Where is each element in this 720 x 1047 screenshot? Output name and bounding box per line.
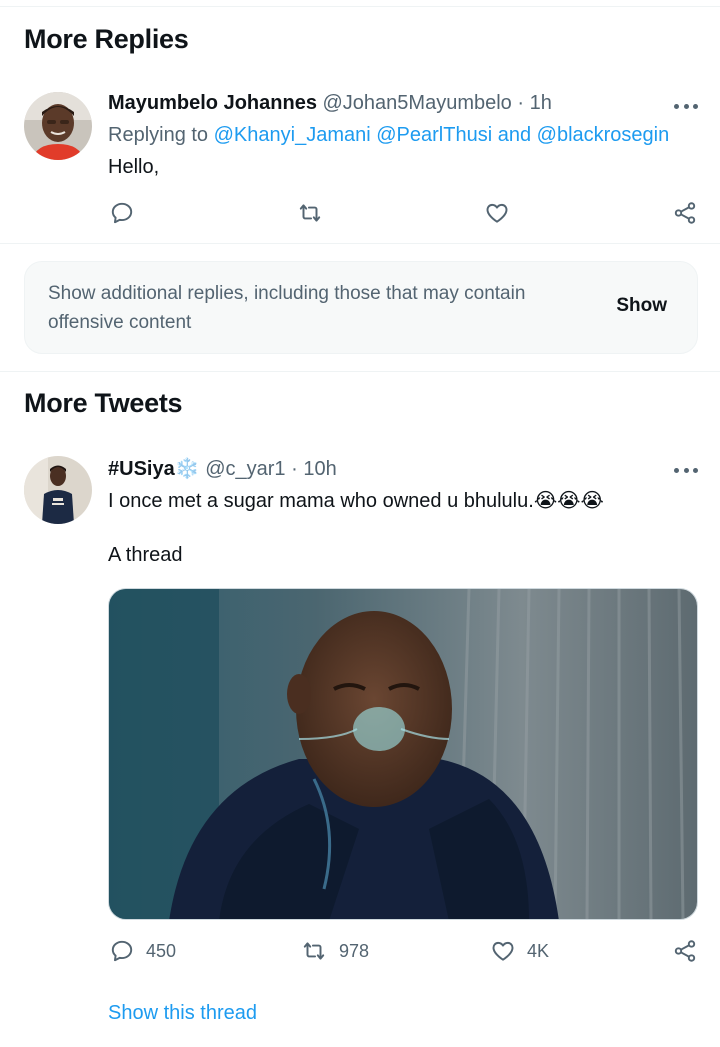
- reply-header: Mayumbelo Johannes @Johan5Mayumbelo · 1h: [108, 92, 552, 115]
- tweet-author-name[interactable]: #USiya: [108, 458, 175, 480]
- notice-text: Show additional replies, including those…: [48, 283, 526, 333]
- snowflake-icon: ❄️: [174, 456, 200, 480]
- share-icon[interactable]: [672, 938, 698, 964]
- show-button[interactable]: Show: [616, 295, 667, 317]
- replying-to-line: Replying to @Khanyi_Jamani @PearlThusi a…: [108, 124, 669, 147]
- avatar[interactable]: [24, 456, 92, 524]
- show-thread-link[interactable]: Show this thread: [108, 1002, 257, 1025]
- divider: [0, 371, 720, 372]
- tweet-media-image[interactable]: [108, 588, 698, 920]
- divider: [0, 243, 720, 244]
- like-count: 4K: [527, 941, 550, 961]
- and-label: and: [497, 124, 532, 146]
- more-tweets-heading: More Tweets: [24, 388, 183, 418]
- tweet-timestamp[interactable]: 10h: [303, 458, 336, 480]
- reply-icon[interactable]: [109, 938, 135, 964]
- mention-link[interactable]: @PearlThusi: [376, 124, 492, 146]
- share-icon[interactable]: [672, 200, 698, 226]
- retweet-icon[interactable]: [297, 200, 323, 226]
- avatar[interactable]: [24, 92, 92, 160]
- top-divider: [0, 6, 720, 7]
- additional-replies-notice: Show additional replies, including those…: [24, 261, 698, 354]
- reply-text: Hello,: [108, 156, 160, 178]
- reply-author-name[interactable]: Mayumbelo Johannes: [108, 92, 317, 114]
- reply-icon[interactable]: [109, 200, 135, 226]
- reply-author-handle[interactable]: @Johan5Mayumbelo: [323, 92, 512, 114]
- reply-timestamp[interactable]: 1h: [530, 92, 552, 114]
- tweet-header: #USiya❄️ @c_yar1 · 10h: [108, 456, 337, 481]
- separator-dot: ·: [291, 458, 298, 480]
- more-replies-heading: More Replies: [24, 24, 189, 54]
- heart-icon[interactable]: [490, 938, 516, 964]
- retweet-icon[interactable]: [301, 938, 327, 964]
- replying-to-label: Replying to: [108, 124, 209, 146]
- tweet-author-handle[interactable]: @c_yar1: [205, 458, 285, 480]
- separator-dot: ·: [517, 92, 525, 114]
- tweet-text-line-2: A thread: [108, 544, 183, 566]
- tweet-text-line-1: I once met a sugar mama who owned u bhul…: [108, 488, 604, 513]
- crying-face-emoji: 😭😭😭: [533, 488, 604, 512]
- mention-link[interactable]: @Khanyi_Jamani: [214, 124, 371, 146]
- tweet-text: I once met a sugar mama who owned u bhul…: [108, 490, 534, 512]
- retweet-count: 978: [339, 941, 370, 961]
- reply-count: 450: [146, 941, 177, 961]
- more-options-icon[interactable]: [674, 465, 698, 475]
- more-options-icon[interactable]: [674, 101, 698, 111]
- heart-icon[interactable]: [484, 200, 510, 226]
- mention-link[interactable]: @blackrosegin: [537, 124, 670, 146]
